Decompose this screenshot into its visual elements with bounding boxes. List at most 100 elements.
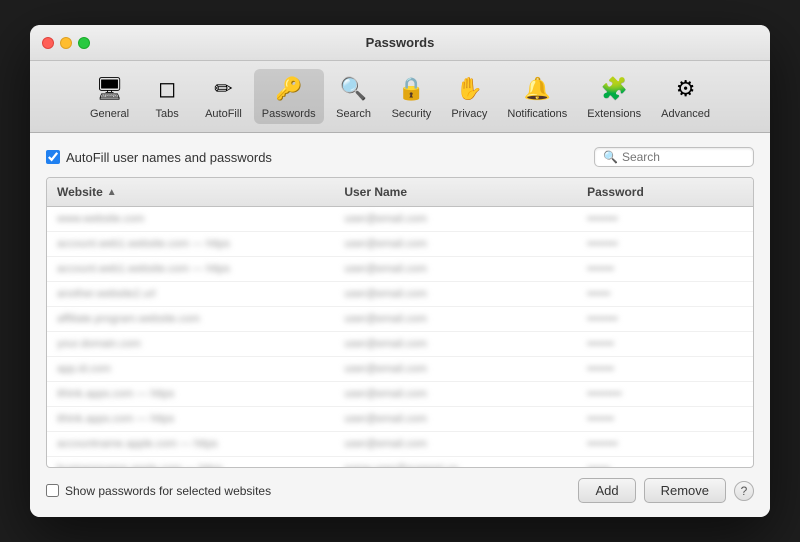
tabs-icon: ◻: [151, 73, 183, 105]
content-area: AutoFill user names and passwords 🔍 Webs…: [30, 133, 770, 517]
cell-username: user@email.com: [334, 360, 577, 378]
toolbar-item-passwords[interactable]: 🔑 Passwords: [254, 69, 324, 124]
traffic-lights: [42, 37, 90, 49]
table-row[interactable]: another.website2.urluser@email.com••••••: [47, 282, 753, 307]
toolbar-label-extensions: Extensions: [587, 108, 641, 120]
cell-website: app.id.com: [47, 360, 334, 378]
general-icon: 🖥: [94, 73, 126, 105]
cell-password: •••••••: [577, 410, 753, 428]
search-icon: 🔍: [338, 73, 370, 105]
toolbar-item-general[interactable]: 🖥 General: [82, 69, 137, 124]
table-row[interactable]: account.web1.website.com — httpsuser@ema…: [47, 232, 753, 257]
close-button[interactable]: [42, 37, 54, 49]
cell-password: ••••••: [577, 285, 753, 303]
cell-website: ithink.apps.com — https: [47, 410, 334, 428]
main-window: Passwords 🖥 General ◻ Tabs ✏ AutoFill 🔑 Passwor…: [30, 25, 770, 517]
search-input[interactable]: [622, 150, 745, 164]
table-row[interactable]: accountname.apple.com — httpsuser@email.…: [47, 432, 753, 457]
cell-website: www.website.com: [47, 210, 334, 228]
autofill-checkbox-label[interactable]: AutoFill user names and passwords: [46, 150, 272, 165]
search-icon: 🔍: [603, 150, 618, 164]
table-row[interactable]: www.website.comuser@email.com••••••••: [47, 207, 753, 232]
col-website: Website ▲: [47, 182, 334, 202]
toolbar-item-advanced[interactable]: ⚙Advanced: [653, 69, 718, 124]
cell-username: user@email.com: [334, 410, 577, 428]
toolbar-label-general: General: [90, 108, 129, 120]
advanced-icon: ⚙: [670, 73, 702, 105]
table-row[interactable]: ithink.apps.com — httpsuser@email.com•••…: [47, 382, 753, 407]
cell-username: user@email.com: [334, 335, 577, 353]
cell-username: user@email.com: [334, 260, 577, 278]
show-passwords-label[interactable]: Show passwords for selected websites: [46, 484, 271, 498]
toolbar-label-autofill: AutoFill: [205, 108, 242, 120]
table-row[interactable]: ithink.apps.com — httpsuser@email.com•••…: [47, 407, 753, 432]
table-header: Website ▲ User Name Password: [47, 178, 753, 207]
cell-website: another.website2.url: [47, 285, 334, 303]
toolbar-item-search[interactable]: 🔍 Search: [328, 69, 380, 124]
notifications-icon: 🔔: [521, 73, 553, 105]
add-button[interactable]: Add: [578, 478, 635, 503]
cell-username: user@email.com: [334, 235, 577, 253]
cell-username: user@email.com: [334, 210, 577, 228]
toolbar-label-tabs: Tabs: [155, 108, 178, 120]
top-bar: AutoFill user names and passwords 🔍: [46, 147, 754, 167]
toolbar-label-privacy: Privacy: [451, 108, 487, 120]
autofill-label: AutoFill user names and passwords: [66, 150, 272, 165]
titlebar: Passwords: [30, 25, 770, 61]
toolbar-label-passwords: Passwords: [262, 108, 316, 120]
show-passwords-checkbox[interactable]: [46, 484, 59, 497]
autofill-icon: ✏: [207, 73, 239, 105]
remove-button[interactable]: Remove: [644, 478, 726, 503]
cell-website: account.web1.website.com — https: [47, 235, 334, 253]
minimize-button[interactable]: [60, 37, 72, 49]
table-row[interactable]: businessname.apple.com — httpssome.user@…: [47, 457, 753, 467]
cell-password: •••••••: [577, 260, 753, 278]
privacy-icon: ✋: [453, 73, 485, 105]
col-username: User Name: [334, 182, 577, 202]
toolbar-item-extensions[interactable]: 🧩 Extensions: [579, 69, 649, 124]
toolbar-item-privacy[interactable]: ✋ Privacy: [443, 69, 495, 124]
help-button[interactable]: ?: [734, 481, 754, 501]
col-password: Password: [577, 182, 753, 202]
cell-password: ••••••••: [577, 235, 753, 253]
cell-website: affiliate.program.website.com: [47, 310, 334, 328]
table-row[interactable]: your.domain.comuser@email.com•••••••: [47, 332, 753, 357]
cell-username: user@email.com: [334, 385, 577, 403]
cell-website: account.web1.website.com — https: [47, 260, 334, 278]
window-title: Passwords: [366, 35, 435, 50]
cell-password: ••••••••: [577, 310, 753, 328]
toolbar-item-tabs[interactable]: ◻ Tabs: [141, 69, 193, 124]
table-row[interactable]: app.id.comuser@email.com•••••••: [47, 357, 753, 382]
cell-password: ••••••••: [577, 210, 753, 228]
autofill-checkbox[interactable]: [46, 150, 60, 164]
cell-website: businessname.apple.com — https: [47, 460, 334, 467]
cell-username: user@email.com: [334, 285, 577, 303]
toolbar-item-autofill[interactable]: ✏ AutoFill: [197, 69, 250, 124]
table-row[interactable]: account.web1.website.com — httpsuser@ema…: [47, 257, 753, 282]
toolbar-item-security[interactable]: 🔒Security: [384, 69, 440, 124]
sort-arrow-icon: ▲: [107, 187, 117, 198]
extensions-icon: 🧩: [598, 73, 630, 105]
maximize-button[interactable]: [78, 37, 90, 49]
table-row[interactable]: affiliate.program.website.comuser@email.…: [47, 307, 753, 332]
cell-password: •••••••: [577, 335, 753, 353]
cell-username: some.user@support.co: [334, 460, 577, 467]
cell-website: accountname.apple.com — https: [47, 435, 334, 453]
toolbar-item-notifications[interactable]: 🔔 Notifications: [499, 69, 575, 124]
toolbar-label-notifications: Notifications: [507, 108, 567, 120]
security-icon: 🔒: [395, 73, 427, 105]
bottom-buttons: Add Remove ?: [578, 478, 754, 503]
table-body: www.website.comuser@email.com••••••••acc…: [47, 207, 753, 467]
passwords-table: Website ▲ User Name Password www.website…: [46, 177, 754, 468]
cell-password: •••••••••: [577, 385, 753, 403]
cell-password: ••••••••: [577, 435, 753, 453]
search-box[interactable]: 🔍: [594, 147, 754, 167]
cell-website: ithink.apps.com — https: [47, 385, 334, 403]
cell-username: user@email.com: [334, 435, 577, 453]
cell-password: ••••••: [577, 460, 753, 467]
bottom-bar: Show passwords for selected websites Add…: [46, 478, 754, 503]
cell-username: user@email.com: [334, 310, 577, 328]
toolbar-label-search: Search: [336, 108, 371, 120]
passwords-icon: 🔑: [273, 73, 305, 105]
toolbar: 🖥 General ◻ Tabs ✏ AutoFill 🔑 Passwords 🔍 Search 🔒…: [30, 61, 770, 133]
